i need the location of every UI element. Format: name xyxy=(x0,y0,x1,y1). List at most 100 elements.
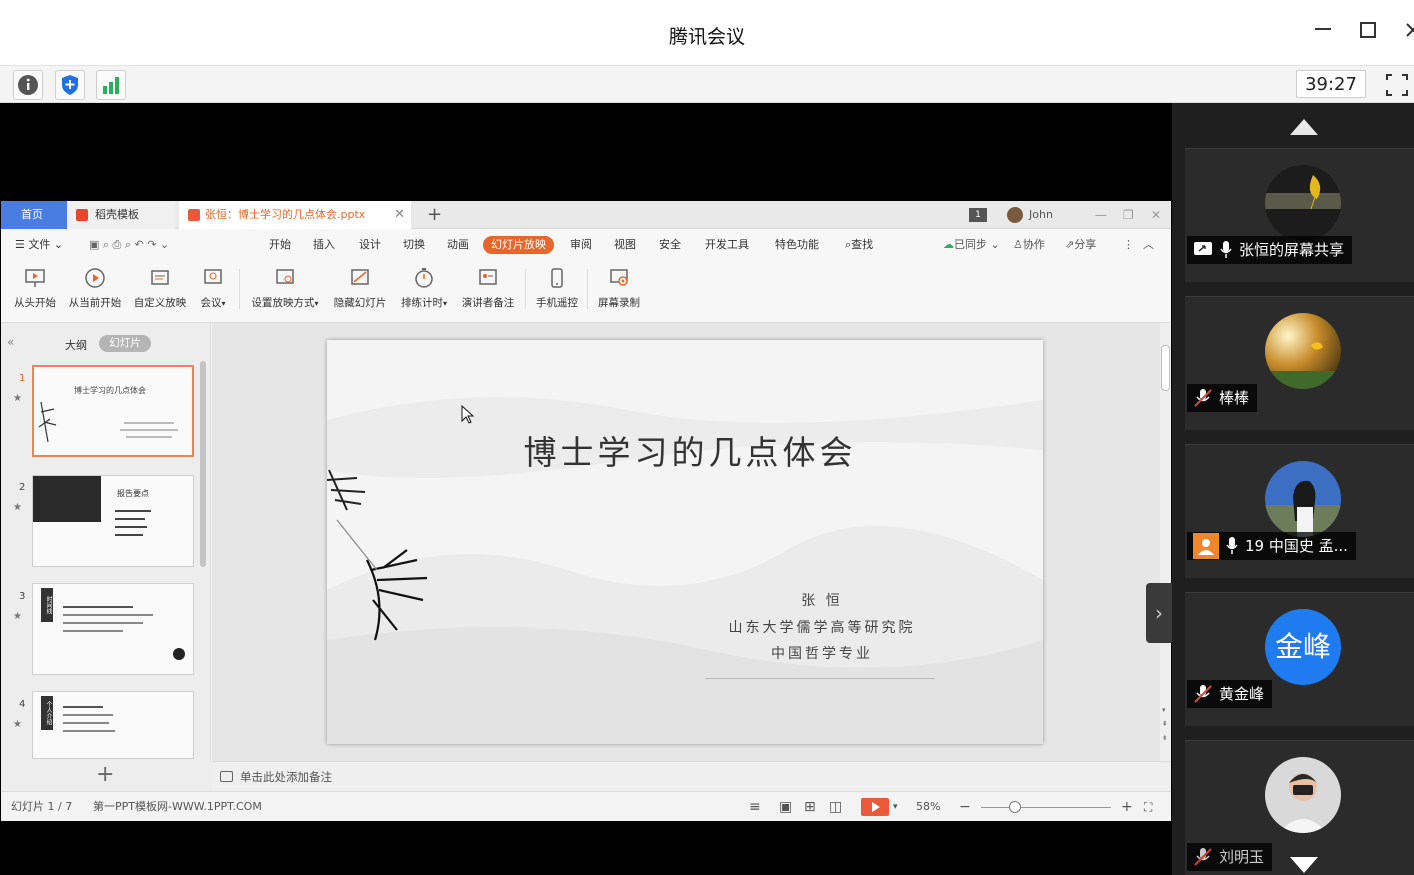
thumb-number: 3 xyxy=(19,591,26,602)
participant-card[interactable]: 金峰 黄金峰 xyxy=(1185,592,1414,726)
ribbon-play-from-current[interactable]: 从当前开始 xyxy=(65,265,125,315)
info-icon[interactable] xyxy=(13,70,43,100)
zoom-level[interactable]: 58% xyxy=(916,792,940,822)
slide-major[interactable]: 中国哲学专业 xyxy=(707,643,937,663)
play-slideshow-button[interactable] xyxy=(861,798,889,816)
notes-area[interactable]: 单击此处添加备注 xyxy=(212,761,1171,791)
panel-expand-handle[interactable]: › xyxy=(1146,583,1172,643)
thumbnail-scrollbar[interactable] xyxy=(200,361,206,567)
reading-view-icon[interactable]: ◫ xyxy=(829,792,842,822)
tab-document[interactable]: 张恒：博士学习的几点体会.pptx ✕ xyxy=(179,201,411,229)
thumb-number: 4 xyxy=(19,699,26,710)
fullscreen-icon[interactable] xyxy=(1383,70,1413,100)
menu-search[interactable]: ⌕查找 xyxy=(845,229,873,261)
slide-thumbnail-1[interactable]: 博士学习的几点体会 xyxy=(32,365,194,457)
thumb-text-line xyxy=(120,429,178,431)
play-options-icon[interactable]: ▾ xyxy=(893,792,898,822)
wps-restore-icon[interactable]: ❐ xyxy=(1123,201,1134,229)
presenter-notes-icon xyxy=(479,269,497,285)
user-avatar[interactable] xyxy=(1007,207,1023,223)
participant-card[interactable]: 张恒的屏幕共享 xyxy=(1185,148,1414,282)
collapse-pane-icon[interactable]: « xyxy=(7,335,14,349)
slide-editor-canvas[interactable]: 博士学习的几点体会 张 恒 山东大学儒学高等研究院 中国哲学专业 xyxy=(212,323,1160,761)
scroll-page-arrows[interactable]: ▾ ⇞ ⇟ xyxy=(1162,703,1168,745)
collab-button[interactable]: ♙协作 xyxy=(1013,229,1045,261)
new-tab-button[interactable]: + xyxy=(427,201,442,229)
wps-minimize-icon[interactable]: — xyxy=(1095,201,1107,229)
menu-insert[interactable]: 插入 xyxy=(313,229,335,261)
add-slide-icon[interactable]: + xyxy=(96,761,114,789)
participant-card[interactable]: 棒棒 xyxy=(1185,296,1414,430)
ribbon-meeting[interactable]: 会议▾ xyxy=(197,265,229,315)
fit-window-icon[interactable]: ⛶ xyxy=(1144,792,1152,822)
participant-label: 刘明玉 xyxy=(1187,843,1273,871)
zoom-slider-handle[interactable] xyxy=(1009,801,1021,813)
canvas-scrollbar[interactable]: ▾ ⇞ ⇟ xyxy=(1160,323,1171,761)
ribbon-play-from-start[interactable]: 从头开始 xyxy=(11,265,59,315)
menu-design[interactable]: 设计 xyxy=(359,229,381,261)
ink-splash xyxy=(173,648,185,660)
collapse-ribbon-icon[interactable]: ︿ xyxy=(1143,229,1154,261)
minimize-icon[interactable] xyxy=(1308,18,1338,48)
ribbon-custom-show[interactable]: 自定义放映 xyxy=(131,265,189,315)
menu-file-label: 文件 xyxy=(28,238,51,251)
slide-institution[interactable]: 山东大学儒学高等研究院 xyxy=(707,617,937,637)
ribbon-hide-slide[interactable]: 隐藏幻灯片 xyxy=(331,265,389,315)
slide-thumbnail-3[interactable]: 时间线 xyxy=(32,583,194,675)
sync-status[interactable]: ☁已同步 ⌄ xyxy=(943,229,1000,261)
share-button[interactable]: ⇗分享 xyxy=(1065,229,1096,261)
ribbon-screen-record[interactable]: 屏幕录制 xyxy=(595,265,643,315)
participant-card[interactable]: 刘明玉 xyxy=(1185,740,1414,875)
ribbon-phone-remote[interactable]: 手机遥控 xyxy=(533,265,581,315)
menu-slideshow[interactable]: 幻灯片放映 xyxy=(483,236,554,254)
ribbon-presenter-notes[interactable]: 演讲者备注 xyxy=(459,265,517,315)
ginkgo-avatar-image xyxy=(1265,165,1341,241)
close-icon[interactable] xyxy=(1398,18,1414,48)
zoom-slider-track[interactable] xyxy=(981,807,1111,808)
canvas-scroll-thumb[interactable] xyxy=(1161,345,1170,391)
ribbon-label: 会议 xyxy=(200,297,222,309)
slide-thumbnail-2[interactable]: 报告要点 xyxy=(32,475,194,567)
tab-home[interactable]: 首页 xyxy=(1,201,67,229)
animation-star-icon: ★ xyxy=(13,719,22,730)
sorter-view-icon[interactable]: ⊞ xyxy=(804,792,816,822)
menu-security[interactable]: 安全 xyxy=(659,229,681,261)
menu-features[interactable]: 特色功能 xyxy=(775,229,819,261)
slides-tab[interactable]: 幻灯片 xyxy=(99,335,151,352)
quick-access-icons[interactable]: ▣ ⌕ ⎙ ⌕ ↶ ↷ ⌄ xyxy=(89,229,169,261)
ribbon-rehearse-timing[interactable]: 排练计时▾ xyxy=(397,265,451,315)
menu-view[interactable]: 视图 xyxy=(614,229,636,261)
scroll-down-icon[interactable] xyxy=(1290,857,1318,873)
menu-review[interactable]: 审阅 xyxy=(570,229,592,261)
notes-toggle-icon[interactable]: ≡ xyxy=(749,792,761,822)
ribbon-setup-show[interactable]: 设置放映方式▾ xyxy=(247,265,323,315)
maximize-icon[interactable] xyxy=(1353,18,1383,48)
signal-bars-icon[interactable] xyxy=(96,70,126,100)
normal-view-icon[interactable]: ▣ xyxy=(779,792,792,822)
zoom-in-icon[interactable]: + xyxy=(1121,792,1133,822)
participant-card[interactable]: 19 中国史 孟... xyxy=(1185,444,1414,578)
scroll-up-icon[interactable] xyxy=(1290,119,1318,135)
menu-start[interactable]: 开始 xyxy=(269,229,291,261)
zoom-out-icon[interactable]: − xyxy=(959,792,971,822)
thumb-text-line xyxy=(63,614,153,616)
shield-plus-icon[interactable] xyxy=(55,70,85,100)
user-name[interactable]: John xyxy=(1029,201,1053,229)
outline-tab[interactable]: 大纲 xyxy=(65,337,87,353)
wps-close-icon[interactable]: ✕ xyxy=(1151,201,1161,229)
mic-muted-icon xyxy=(1194,848,1212,866)
menu-developer[interactable]: 开发工具 xyxy=(705,229,749,261)
menu-animation[interactable]: 动画 xyxy=(447,229,469,261)
tab-daoke-templates[interactable]: 稻壳模板 xyxy=(67,201,175,229)
tab-close-icon[interactable]: ✕ xyxy=(394,201,405,229)
slide-author[interactable]: 张 恒 xyxy=(707,590,937,610)
more-icon[interactable]: ⋮ xyxy=(1123,229,1134,261)
menu-file[interactable]: ☰ 文件 ⌄ xyxy=(15,229,63,261)
mic-muted-icon xyxy=(1194,389,1212,407)
current-slide[interactable]: 博士学习的几点体会 张 恒 山东大学儒学高等研究院 中国哲学专业 xyxy=(327,340,1043,744)
page-badge[interactable]: 1 xyxy=(969,208,987,222)
slide-thumbnail-4[interactable]: 个人介绍 xyxy=(32,691,194,759)
slide-title[interactable]: 博士学习的几点体会 xyxy=(327,426,1043,474)
mic-on-icon xyxy=(1220,241,1232,258)
menu-transition[interactable]: 切换 xyxy=(403,229,425,261)
